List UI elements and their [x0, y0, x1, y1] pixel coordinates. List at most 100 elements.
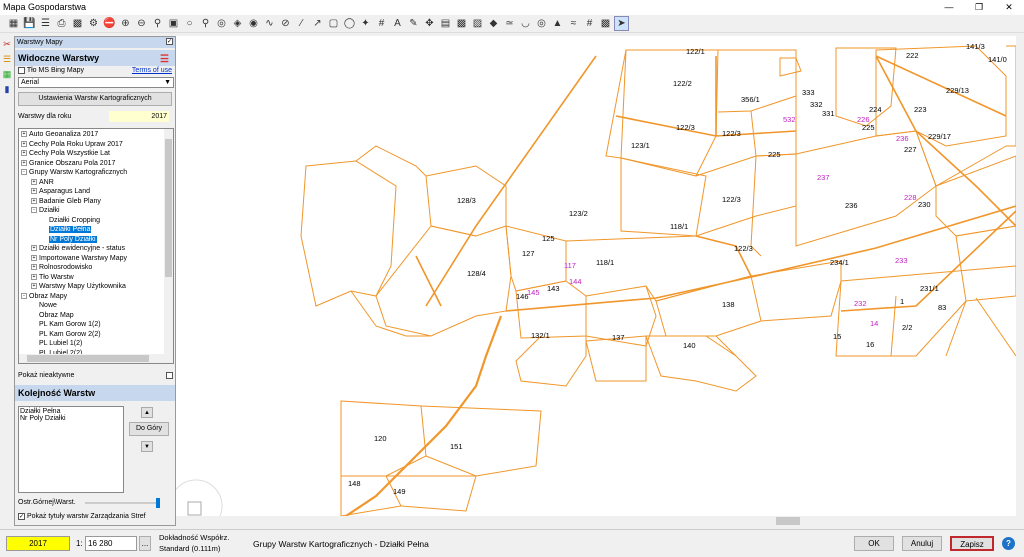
expand-icon[interactable]: + — [21, 150, 27, 157]
map-vscroll[interactable] — [1016, 36, 1024, 526]
expand-icon[interactable]: + — [21, 140, 27, 147]
ellipse-icon[interactable]: ◯ — [342, 16, 357, 31]
line-icon[interactable]: ∕ — [294, 16, 309, 31]
tree-node[interactable]: + Cechy Pola Wszystkie Lat — [21, 149, 173, 159]
tree-node[interactable]: + Rolnosrodowisko — [21, 263, 173, 273]
collapse-icon[interactable]: - — [21, 292, 27, 299]
zones-checkbox[interactable]: ✓ — [18, 512, 25, 520]
ok-button[interactable]: OK — [854, 536, 894, 551]
tree-node[interactable]: Działki Pełna — [21, 225, 173, 235]
tree-node[interactable]: PL Lubiel 1(2) — [21, 339, 173, 349]
save-button[interactable]: Zapisz — [950, 536, 994, 551]
tree-node[interactable]: - Działki — [21, 206, 173, 216]
help-icon[interactable]: ? — [1002, 537, 1015, 550]
panel-pin-checkbox[interactable]: ✓ — [166, 38, 173, 45]
tree-node[interactable]: + Importowane Warstwy Mapy — [21, 254, 173, 264]
cancel-button[interactable]: Anuluj — [902, 536, 942, 551]
collapse-icon[interactable]: - — [21, 169, 27, 176]
text-icon[interactable]: A — [390, 16, 405, 31]
split-icon[interactable]: ▨ — [470, 16, 485, 31]
tree-node[interactable]: + ANR — [21, 178, 173, 188]
expand-icon[interactable]: + — [31, 283, 37, 290]
tree-node[interactable]: PL Kam Gorow 1(2) — [21, 320, 173, 330]
show-inactive-checkbox[interactable] — [166, 372, 173, 379]
circle-icon[interactable]: ○ — [182, 16, 197, 31]
expand-icon[interactable]: + — [31, 264, 37, 271]
scale-picker-button[interactable]: ... — [139, 536, 151, 551]
ring-tool-icon[interactable]: ◎ — [534, 16, 549, 31]
tree-node[interactable]: + Warstwy Mapy Użytkownika — [21, 282, 173, 292]
measure-icon[interactable]: # — [582, 16, 597, 31]
tree-node[interactable]: + Asparagus Land — [21, 187, 173, 197]
aerial-select[interactable]: Aerial ▼ — [18, 77, 174, 88]
select-area-icon[interactable]: ▣ — [166, 16, 181, 31]
node-icon[interactable]: ◆ — [486, 16, 501, 31]
chart-icon[interactable]: ▮ — [1, 84, 13, 96]
scissors-icon[interactable]: ✂ — [1, 39, 13, 51]
target-icon[interactable]: ◉ — [246, 16, 261, 31]
tree-node[interactable]: - Grupy Warstw Kartograficznych — [21, 168, 173, 178]
year-input[interactable]: 2017 — [109, 111, 169, 122]
expand-icon[interactable]: + — [31, 254, 37, 261]
map-hscroll[interactable] — [176, 516, 1016, 526]
tree-node[interactable]: Nowe — [21, 301, 173, 311]
ring-icon[interactable]: ◎ — [214, 16, 229, 31]
map-canvas[interactable]: 122/1 222 141/3 141/0 122/2 229/13 333 356/1 332… — [176, 36, 1016, 516]
layers-stack-icon[interactable]: ☰ — [1, 54, 13, 66]
transparency-slider-thumb[interactable] — [156, 498, 160, 508]
transparency-slider[interactable] — [85, 502, 159, 504]
year-badge[interactable]: 2017 — [6, 536, 70, 551]
pin-icon[interactable]: ✦ — [358, 16, 373, 31]
tree-node[interactable]: + Granice Obszaru Pola 2017 — [21, 159, 173, 169]
stop-icon[interactable]: ⛔ — [102, 16, 117, 31]
map-legend-icon[interactable]: ▦ — [1, 69, 13, 81]
layers-icon[interactable]: ▩ — [70, 16, 85, 31]
expand-icon[interactable]: + — [31, 188, 37, 195]
hatch-circle-icon[interactable]: ◈ — [230, 16, 245, 31]
tools-icon[interactable]: ⚙ — [86, 16, 101, 31]
expand-icon[interactable]: + — [21, 131, 27, 138]
grid-icon[interactable]: # — [374, 16, 389, 31]
expand-icon[interactable]: + — [31, 245, 37, 252]
minimize-icon[interactable]: — — [934, 0, 964, 15]
list-item[interactable]: Działki Pełna — [20, 408, 122, 415]
layer-tree[interactable]: + Auto Geoanaliza 2017 + Cechy Pola Roku Up… — [18, 128, 174, 364]
wave-icon[interactable]: ≈ — [566, 16, 581, 31]
tree-node[interactable]: + Cechy Pola Roku Upraw 2017 — [21, 140, 173, 150]
tree-node[interactable]: PL Kam Gorow 2(2) — [21, 330, 173, 340]
frame-icon[interactable]: ▩ — [598, 16, 613, 31]
save-icon[interactable]: 💾 — [22, 16, 37, 31]
zoom-out-icon[interactable]: ⊖ — [134, 16, 149, 31]
tree-node[interactable]: + Auto Geoanaliza 2017 — [21, 130, 173, 140]
collapse-icon[interactable]: - — [31, 207, 37, 214]
terms-link[interactable]: Terms of use — [132, 66, 172, 76]
layer-order-list[interactable]: Działki Pełna Nr Poly Działki — [18, 406, 124, 493]
tree-node[interactable]: Nr Poly Działki — [21, 235, 173, 245]
expand-icon[interactable]: + — [31, 178, 37, 185]
list-icon[interactable]: ☰ — [38, 16, 53, 31]
tree-node[interactable]: + Badanie Gleb Plany — [21, 197, 173, 207]
tree-node[interactable]: Działki Cropping — [21, 216, 173, 226]
arrow-icon[interactable]: ↗ — [310, 16, 325, 31]
map-layer-settings-button[interactable]: Ustawienia Warstw Kartograficznych — [18, 92, 172, 106]
arc-icon[interactable]: ◡ — [518, 16, 533, 31]
zoom-extent-icon[interactable]: ⚲ — [150, 16, 165, 31]
magnify-icon[interactable]: ⚲ — [198, 16, 213, 31]
merge-icon[interactable]: ▩ — [454, 16, 469, 31]
edit-shape-icon[interactable]: ✎ — [406, 16, 421, 31]
polyline-icon[interactable]: ∿ — [262, 16, 277, 31]
move-top-button[interactable]: Do Góry — [129, 422, 169, 436]
rectangle-icon[interactable]: ▢ — [326, 16, 341, 31]
move-down-arrow-button[interactable]: ▼ — [141, 441, 153, 452]
close-icon[interactable]: ✕ — [994, 0, 1024, 15]
parcel-map[interactable]: 122/1 222 141/3141/0 122/2 229/13 333 356/1 332… — [176, 36, 1016, 516]
zoom-in-icon[interactable]: ⊕ — [118, 16, 133, 31]
no-entry-icon[interactable]: ⊘ — [278, 16, 293, 31]
pointer-icon[interactable]: ➤ — [614, 16, 629, 31]
expand-icon[interactable]: + — [31, 197, 37, 204]
expand-icon[interactable]: + — [31, 273, 37, 280]
maximize-icon[interactable]: ❐ — [964, 0, 994, 15]
tree-node[interactable]: Obraz Map — [21, 311, 173, 321]
move-up-arrow-button[interactable]: ▲ — [141, 407, 153, 418]
list-item[interactable]: Nr Poly Działki — [20, 415, 122, 422]
